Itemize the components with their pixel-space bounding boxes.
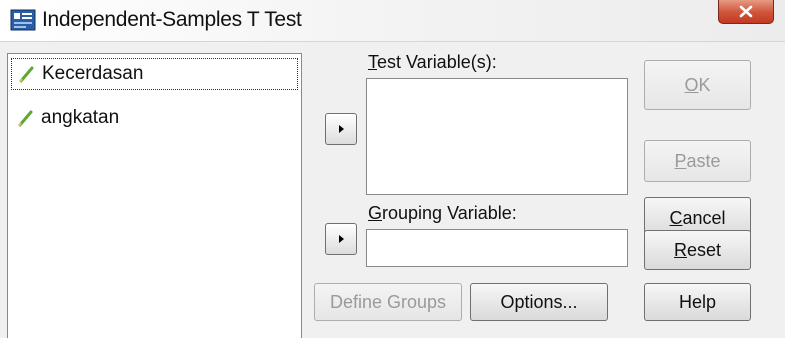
- scale-pencil-icon: [19, 66, 34, 83]
- test-variables-list[interactable]: [366, 78, 628, 195]
- close-button[interactable]: [718, 0, 774, 24]
- source-variable-item-angkatan[interactable]: angkatan: [11, 102, 298, 134]
- test-variables-label: Test Variable(s):: [368, 52, 497, 72]
- move-to-grouping-variable-button[interactable]: [325, 223, 357, 255]
- ok-button[interactable]: OK: [644, 60, 751, 110]
- source-variable-label: angkatan: [41, 107, 120, 128]
- source-variable-list[interactable]: Kecerdasan angkatan: [7, 53, 302, 338]
- right-arrow-icon: [338, 125, 344, 133]
- options-button[interactable]: Options...: [470, 283, 608, 321]
- source-variable-label: Kecerdasan: [42, 63, 144, 84]
- paste-button[interactable]: Paste: [644, 140, 751, 182]
- scale-pencil-icon: [18, 110, 33, 127]
- window-title: Independent-Samples T Test: [42, 8, 302, 31]
- grouping-variable-label: Grouping Variable:: [368, 203, 517, 223]
- right-arrow-icon: [338, 235, 344, 243]
- grouping-variable-field[interactable]: [366, 229, 628, 267]
- move-to-test-variable-button[interactable]: [325, 113, 357, 145]
- reset-button[interactable]: Reset: [644, 230, 751, 270]
- title-bar: Independent-Samples T Test: [0, 0, 785, 42]
- close-icon: [739, 5, 753, 17]
- define-groups-button[interactable]: Define Groups: [314, 283, 462, 321]
- help-button[interactable]: Help: [644, 283, 751, 321]
- source-variable-item-kecerdasan[interactable]: Kecerdasan: [11, 58, 298, 90]
- spss-dialog-icon: [10, 9, 36, 31]
